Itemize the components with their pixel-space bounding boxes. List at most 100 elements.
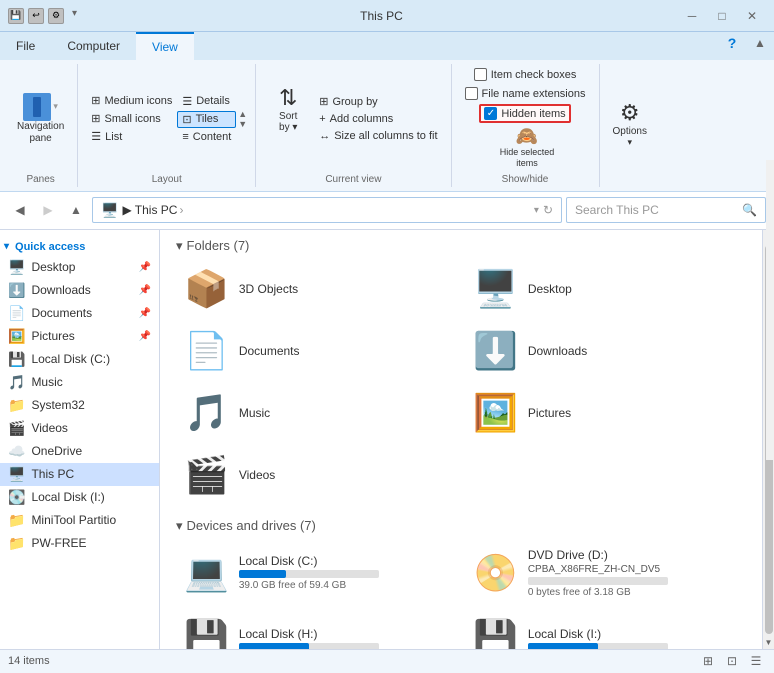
tab-file[interactable]: File <box>0 32 51 60</box>
quick-access-header: ▾ Quick access <box>0 238 159 256</box>
status-bar: 14 items ⊞ ⊡ ☰ <box>0 649 774 673</box>
tab-view[interactable]: View <box>136 32 194 60</box>
sidebar-item-local-disk-i[interactable]: 💽 Local Disk (I:) <box>0 486 159 509</box>
large-icons-view-button[interactable]: ⊞ <box>698 651 718 671</box>
window-title: This PC <box>85 9 678 23</box>
content-button[interactable]: ≡ Content <box>177 129 236 145</box>
drive-item-d[interactable]: 📀 DVD Drive (D:) CPBA_X86FRE_ZH-CN_DV5 0… <box>465 542 746 604</box>
sidebar-item-documents[interactable]: 📄 Documents 📌 <box>0 302 159 325</box>
ribbon-group-show-hide: Item check boxes File name extensions ✓ … <box>456 64 600 187</box>
devices-section-title[interactable]: ▾ Devices and drives (7) <box>176 518 746 534</box>
layout-scroll-up[interactable]: ▲ <box>238 109 247 119</box>
ribbon-collapse-button[interactable]: ▲ <box>746 32 774 54</box>
drive-item-c[interactable]: 💻 Local Disk (C:) 39.0 GB free of 59.4 G… <box>176 542 457 604</box>
hide-selected-button[interactable]: 🙈 Hide selecteditems <box>495 123 560 172</box>
folder-downloads-icon: ⬇️ <box>473 330 518 372</box>
hidden-items-checkbox[interactable]: ✓ <box>484 107 497 120</box>
sidebar-item-minitool[interactable]: 📁 MiniTool Partitio <box>0 509 159 532</box>
sidebar-item-system32[interactable]: 📁 System32 <box>0 394 159 417</box>
sidebar-item-local-disk-c-quick[interactable]: 💾 Local Disk (C:) <box>0 348 159 371</box>
addr-refresh[interactable]: ↻ <box>543 203 553 217</box>
search-placeholder: Search This PC <box>575 203 659 217</box>
scroll-down-button[interactable]: ▼ <box>763 636 774 649</box>
drive-d-bar-container <box>528 577 668 585</box>
sidebar-item-desktop[interactable]: 🖥️ Desktop 📌 <box>0 256 159 279</box>
file-name-extensions-checkbox[interactable] <box>465 87 478 100</box>
search-field[interactable]: Search This PC 🔍 <box>566 197 766 223</box>
folder-item-downloads[interactable]: ⬇️ Downloads <box>465 324 746 378</box>
details-view-button[interactable]: ☰ <box>746 651 766 671</box>
folder-item-videos[interactable]: 🎬 Videos <box>176 448 457 502</box>
folder-music-icon: 🎵 <box>184 392 229 434</box>
group-by-button[interactable]: ⊞ Group by <box>314 93 442 110</box>
minitool-icon: 📁 <box>8 512 25 529</box>
navigation-pane-button[interactable]: ▾ Navigationpane <box>12 90 69 148</box>
panes-label: Panes <box>26 172 54 185</box>
folder-item-documents[interactable]: 📄 Documents <box>176 324 457 378</box>
current-view-content: ⇅ Sortby ▾ ⊞ Group by + Add columns <box>264 66 442 172</box>
address-field[interactable]: 🖥️ ▶ This PC › ▾ ↻ <box>92 197 562 223</box>
folder-item-pictures[interactable]: 🖼️ Pictures <box>465 386 746 440</box>
sort-by-button[interactable]: ⇅ Sortby ▾ <box>264 84 312 154</box>
current-view-label: Current view <box>325 172 381 185</box>
minimize-button[interactable]: ─ <box>678 5 706 27</box>
desktop-icon: 🖥️ <box>8 259 25 276</box>
drive-h-bar <box>239 643 309 649</box>
this-pc-icon: 🖥️ <box>8 466 25 483</box>
folder-grid: 📦 3D Objects 🖥️ Desktop 📄 Documents ⬇️ D… <box>176 262 746 502</box>
file-name-extensions-button[interactable]: File name extensions <box>460 85 591 102</box>
up-button[interactable]: ▲ <box>64 198 88 222</box>
add-columns-button[interactable]: + Add columns <box>314 111 442 127</box>
drive-c-bar <box>239 570 287 578</box>
sidebar-item-pictures[interactable]: 🖼️ Pictures 📌 <box>0 325 159 348</box>
downloads-icon: ⬇️ <box>8 282 25 299</box>
folder-item-music[interactable]: 🎵 Music <box>176 386 457 440</box>
ribbon-group-current-view: ⇅ Sortby ▾ ⊞ Group by + Add columns <box>260 64 451 187</box>
sidebar-item-pw-free[interactable]: 📁 PW-FREE <box>0 532 159 555</box>
forward-button[interactable]: ▶ <box>36 198 60 222</box>
help-button[interactable]: ? <box>718 32 746 54</box>
size-columns-button[interactable]: ↔ Size all columns to fit <box>314 128 442 144</box>
options-button[interactable]: ⚙ Options ▾ <box>608 97 652 151</box>
hidden-items-button[interactable]: ✓ Hidden items <box>479 104 570 123</box>
medium-icons-button[interactable]: ⊞ Medium icons <box>86 92 177 109</box>
addr-dropdown[interactable]: ▾ <box>534 205 539 216</box>
view-options: ⊞ Group by + Add columns ↔ Size all colu… <box>314 93 442 144</box>
properties-icon[interactable]: ⚙ <box>48 8 64 24</box>
back-button[interactable]: ◀ <box>8 198 32 222</box>
sidebar-item-videos[interactable]: 🎬 Videos <box>0 417 159 440</box>
item-checkboxes-button[interactable]: Item check boxes <box>469 66 582 83</box>
small-icons-view-button[interactable]: ⊡ <box>722 651 742 671</box>
tab-computer[interactable]: Computer <box>51 32 136 60</box>
status-item-count: 14 items <box>8 655 50 667</box>
drive-h-bar-container <box>239 643 379 649</box>
drive-d-icon: 📀 <box>473 552 518 594</box>
folder-item-desktop[interactable]: 🖥️ Desktop <box>465 262 746 316</box>
local-disk-c-icon: 💾 <box>8 351 25 368</box>
folder-videos-icon: 🎬 <box>184 454 229 496</box>
maximize-button[interactable]: □ <box>708 5 736 27</box>
tiles-button[interactable]: ⊡ Tiles <box>177 111 236 128</box>
details-button[interactable]: ☰ Details <box>177 93 236 110</box>
list-button[interactable]: ☰ List <box>86 128 177 145</box>
sidebar-item-music[interactable]: 🎵 Music <box>0 371 159 394</box>
system32-icon: 📁 <box>8 397 25 414</box>
undo-icon[interactable]: ↩ <box>28 8 44 24</box>
panes-group-content: ▾ Navigationpane <box>12 66 69 172</box>
addr-icon: 🖥️ <box>101 202 118 219</box>
music-icon: 🎵 <box>8 374 25 391</box>
sidebar-item-onedrive[interactable]: ☁️ OneDrive <box>0 440 159 463</box>
item-checkboxes-checkbox[interactable] <box>474 68 487 81</box>
sidebar-item-downloads[interactable]: ⬇️ Downloads 📌 <box>0 279 159 302</box>
folder-item-3d-objects[interactable]: 📦 3D Objects <box>176 262 457 316</box>
folder-3d-icon: 📦 <box>184 268 229 310</box>
sidebar-item-this-pc[interactable]: 🖥️ This PC <box>0 463 159 486</box>
layout-label: Layout <box>152 172 182 185</box>
drive-item-h[interactable]: 💾 Local Disk (H:) <box>176 612 457 649</box>
close-button[interactable]: ✕ <box>738 5 766 27</box>
folders-section-title[interactable]: ▾ Folders (7) <box>176 238 746 254</box>
layout-scroll-down[interactable]: ▼ <box>238 119 247 129</box>
save-icon[interactable]: 💾 <box>8 8 24 24</box>
drive-item-i[interactable]: 💾 Local Disk (I:) <box>465 612 746 649</box>
small-icons-button[interactable]: ⊞ Small icons <box>86 110 177 127</box>
